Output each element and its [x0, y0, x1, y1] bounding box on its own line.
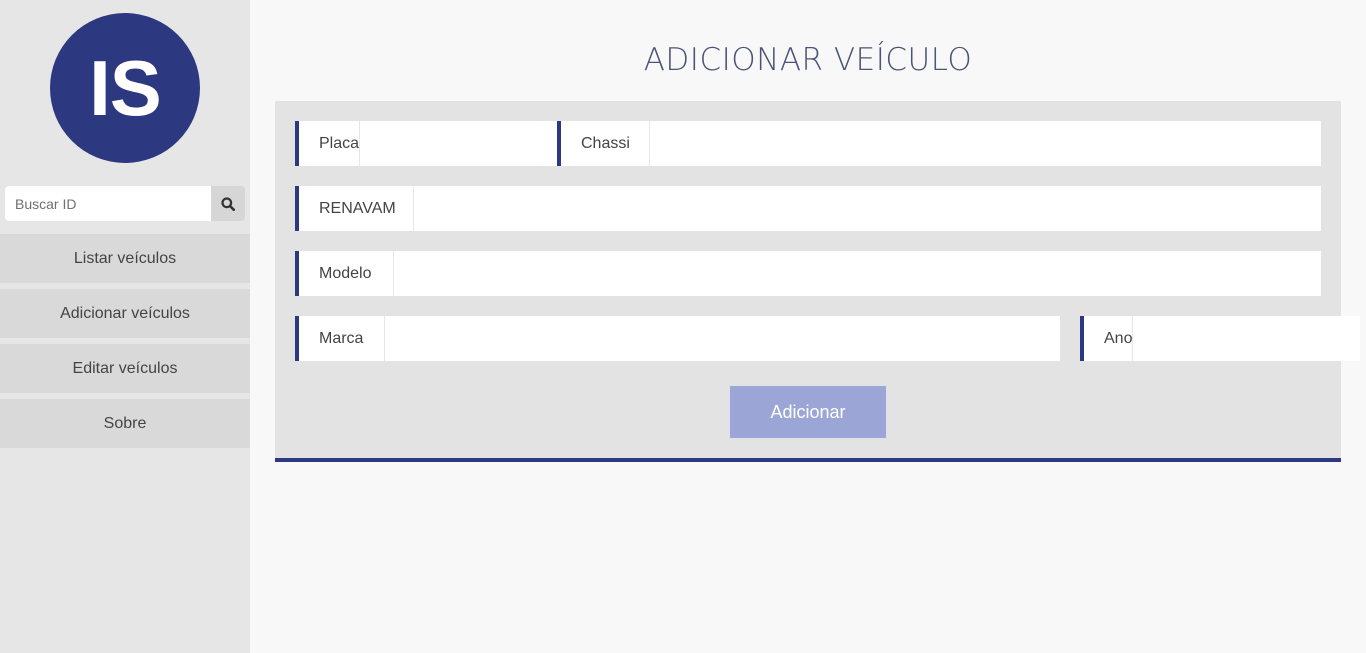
vehicle-form: Placa Chassi RENAVAM Modelo Marca Ano Ad… [275, 101, 1361, 462]
nav-item-editar[interactable]: Editar veículos [0, 344, 250, 393]
nav-item-listar[interactable]: Listar veículos [0, 234, 250, 283]
chassi-input[interactable] [650, 121, 1321, 166]
marca-label: Marca [299, 316, 385, 361]
search-bar [5, 186, 245, 221]
page-title: ADICIONAR VEÍCULO [643, 42, 973, 78]
search-input[interactable] [5, 186, 211, 221]
sidebar: IS Listar veículos Adicionar veículos Ed… [0, 0, 250, 653]
placa-field: Placa [295, 121, 588, 166]
modelo-field: Modelo [295, 251, 1321, 296]
search-button[interactable] [211, 186, 245, 221]
placa-label: Placa [299, 121, 361, 166]
search-icon [221, 196, 235, 211]
nav-item-adicionar[interactable]: Adicionar veículos [0, 289, 250, 338]
renavam-input[interactable] [414, 186, 1321, 231]
ano-input[interactable] [1133, 316, 1361, 361]
modelo-input[interactable] [394, 251, 1321, 296]
logo: IS [50, 13, 200, 163]
adicionar-button[interactable]: Adicionar [730, 386, 886, 438]
chassi-field: Chassi [557, 121, 1321, 166]
chassi-label: Chassi [561, 121, 650, 166]
ano-field: Ano [1080, 316, 1361, 361]
ano-label: Ano [1084, 316, 1134, 361]
nav-item-sobre[interactable]: Sobre [0, 399, 250, 448]
placa-input[interactable] [360, 121, 588, 166]
marca-input[interactable] [385, 316, 1060, 361]
renavam-label: RENAVAM [299, 186, 414, 231]
modelo-label: Modelo [299, 251, 394, 296]
marca-field: Marca [295, 316, 1060, 361]
renavam-field: RENAVAM [295, 186, 1321, 231]
logo-initials: IS [89, 43, 162, 132]
